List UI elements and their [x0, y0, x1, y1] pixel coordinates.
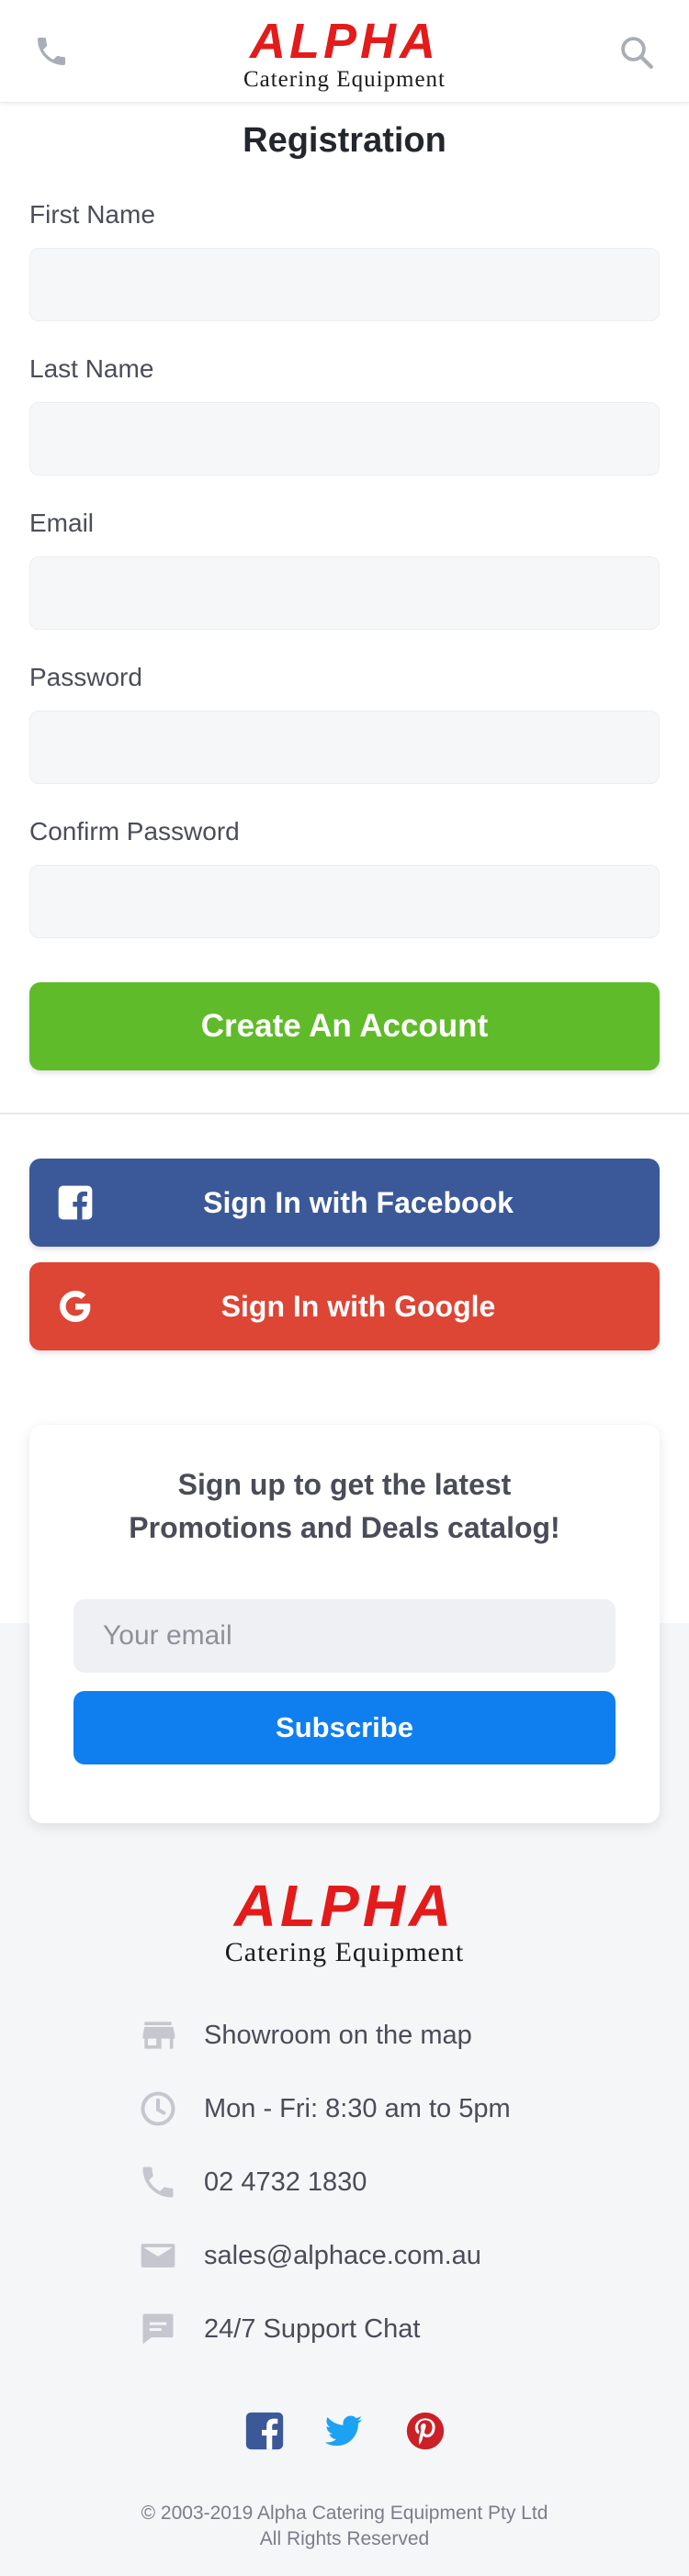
logo-sub-text: Catering Equipment [243, 67, 446, 92]
email-label: Email [29, 509, 95, 537]
pinterest-icon[interactable] [405, 2411, 446, 2451]
facebook-icon[interactable] [244, 2411, 285, 2451]
google-signin-button[interactable]: Sign In with Google [29, 1262, 660, 1350]
newsletter-line-2: Promotions and Deals catalog! [129, 1511, 560, 1544]
last-name-label: Last Name [29, 354, 154, 383]
copyright: © 2003-2019 Alpha Catering Equipment Pty… [0, 2501, 689, 2552]
email-input[interactable] [29, 556, 660, 630]
clock-icon [141, 2091, 175, 2126]
logo-brand-text: ALPHA [250, 14, 439, 69]
create-account-button[interactable]: Create An Account [29, 982, 660, 1070]
phone-icon[interactable] [33, 33, 70, 70]
facebook-signin-button[interactable]: Sign In with Facebook [29, 1159, 660, 1247]
first-name-label: First Name [29, 200, 155, 229]
store-icon [142, 2022, 175, 2049]
footer-logo[interactable]: ALPHA Catering Equipment [184, 1876, 505, 1966]
support-chat-text: 24/7 Support Chat [204, 2314, 421, 2344]
phone-icon [142, 2167, 174, 2198]
newsletter-card: Sign up to get the latest Promotions and… [29, 1425, 660, 1823]
footer-logo-brand-text: ALPHA [233, 1873, 456, 1939]
email-text: sales@alphace.com.au [204, 2241, 481, 2270]
search-icon[interactable] [617, 33, 656, 72]
google-signin-label: Sign In with Google [220, 1290, 496, 1323]
page-title: Registration [243, 121, 446, 160]
password-input[interactable] [29, 711, 660, 784]
first-name-input[interactable] [29, 248, 660, 321]
newsletter-text: Sign up to get the latest Promotions and… [66, 1463, 623, 1550]
password-label: Password [29, 663, 142, 691]
section-divider [0, 1113, 689, 1114]
showroom-text: Showroom on the map [204, 2021, 472, 2050]
chat-icon [142, 2313, 174, 2345]
confirm-password-input[interactable] [29, 865, 660, 938]
newsletter-line-1: Sign up to get the latest [177, 1468, 512, 1501]
mail-icon [141, 2244, 175, 2268]
last-name-input[interactable] [29, 402, 660, 476]
subscribe-button[interactable]: Subscribe [73, 1691, 616, 1764]
facebook-signin-label: Sign In with Facebook [203, 1186, 514, 1219]
newsletter-email-input[interactable] [73, 1599, 616, 1673]
site-header: ALPHA Catering Equipment [0, 0, 689, 103]
header-logo[interactable]: ALPHA Catering Equipment [211, 17, 478, 91]
twitter-icon[interactable] [323, 2411, 364, 2451]
footer-logo-sub-text: Catering Equipment [224, 1937, 465, 1967]
copyright-line-1: © 2003-2019 Alpha Catering Equipment Pty… [141, 2503, 548, 2524]
copyright-line-2: All Rights Reserved [259, 2528, 430, 2549]
phone-text: 02 4732 1830 [204, 2167, 367, 2197]
hours-text: Mon - Fri: 8:30 am to 5pm [204, 2094, 511, 2123]
confirm-password-label: Confirm Password [29, 817, 240, 846]
